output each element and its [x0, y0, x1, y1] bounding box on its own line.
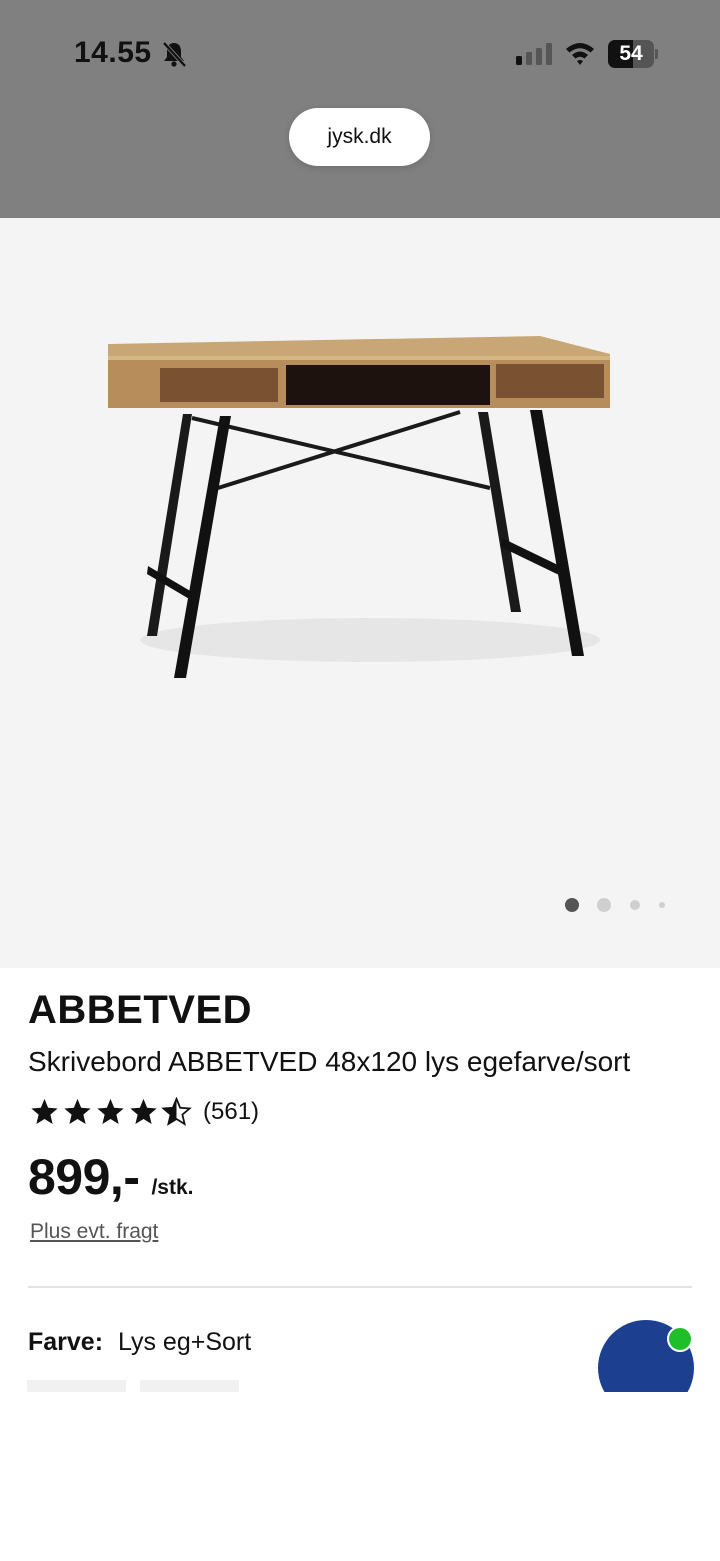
status-time: 14.55 — [74, 36, 152, 69]
battery-icon: 54 — [608, 40, 658, 68]
wifi-icon — [566, 43, 594, 65]
gallery-dot-3[interactable] — [630, 900, 640, 910]
gallery-pagination[interactable] — [560, 898, 680, 914]
price-unit: /stk. — [151, 1176, 194, 1199]
cellular-signal-icon — [516, 43, 552, 65]
product-price: 899,- — [28, 1149, 140, 1205]
color-label: Farve: — [28, 1328, 104, 1356]
color-swatch-2[interactable] — [140, 1380, 239, 1392]
star-full-icon — [130, 1098, 157, 1124]
gallery-dot-1[interactable] — [565, 898, 579, 912]
online-status-dot — [667, 1326, 693, 1352]
section-divider — [28, 1286, 692, 1288]
battery-body: 54 — [608, 40, 654, 68]
freight-link[interactable]: Plus evt. fragt — [30, 1220, 158, 1244]
gallery-dot-4[interactable] — [659, 902, 665, 908]
gallery-dot-2[interactable] — [597, 898, 611, 912]
battery-tip — [655, 49, 658, 59]
product-image-gallery[interactable] — [0, 218, 720, 968]
price-row: 899,- /stk. — [28, 1148, 194, 1206]
color-selector-label: Farve: Lys eg+Sort — [28, 1328, 251, 1357]
desk-product-image — [108, 336, 610, 678]
browser-top-bar: 14.55 54 jysk.dk — [0, 0, 720, 218]
star-full-icon — [64, 1098, 91, 1124]
color-value: Lys eg+Sort — [118, 1328, 252, 1356]
product-title: Skrivebord ABBETVED 48x120 lys egefarve/… — [28, 1046, 631, 1077]
bell-slash-icon — [162, 41, 187, 68]
star-full-icon — [97, 1098, 124, 1124]
chat-bubble-icon[interactable] — [598, 1320, 696, 1392]
url-bar[interactable]: jysk.dk — [289, 108, 430, 166]
color-swatch-1[interactable] — [27, 1380, 126, 1392]
battery-level: 54 — [619, 42, 643, 65]
star-half-icon — [161, 1097, 192, 1126]
review-count[interactable]: (561) — [203, 1098, 259, 1126]
product-rating[interactable]: (561) — [28, 1096, 259, 1128]
star-full-icon — [31, 1098, 58, 1124]
product-brand: ABBETVED — [28, 988, 253, 1032]
